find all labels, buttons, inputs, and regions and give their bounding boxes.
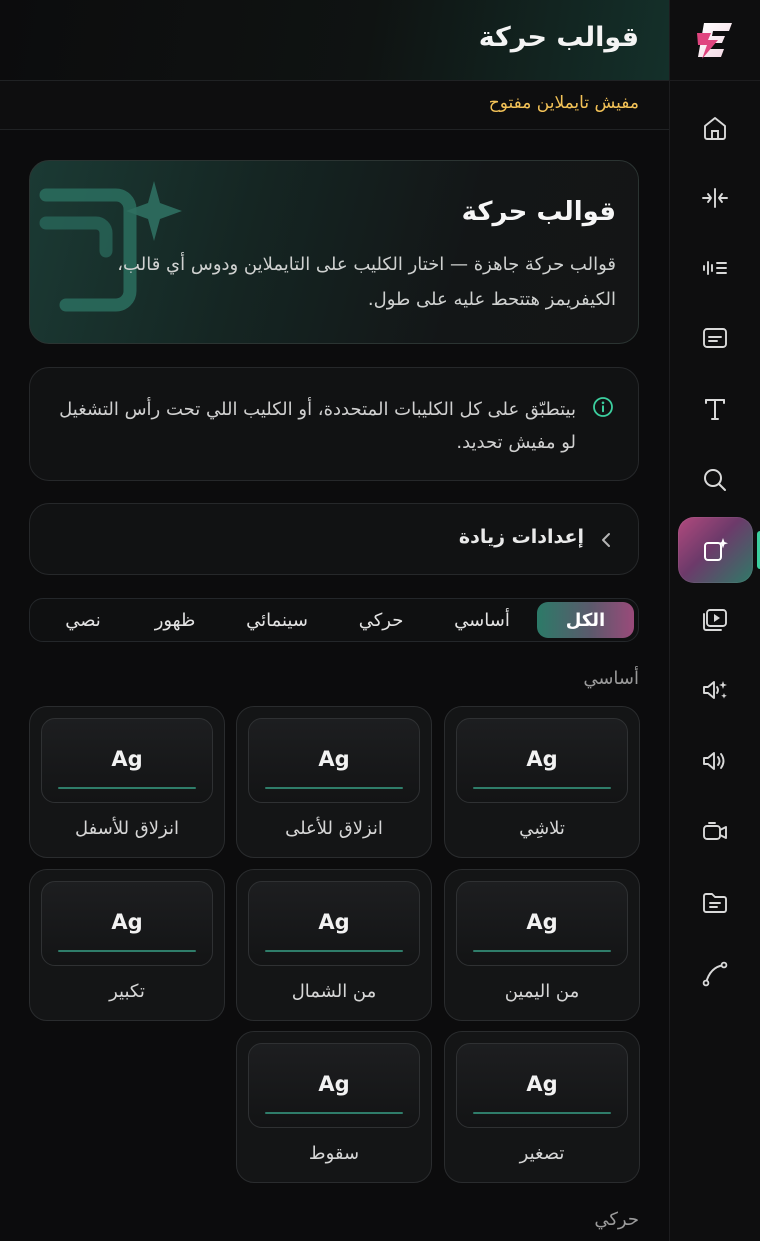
rail-search-button[interactable] [679,448,751,512]
template-card-zoom-in[interactable]: Ag تكبير [29,869,225,1021]
split-icon [702,188,728,208]
template-card-from-right[interactable]: Ag من اليمين [444,869,640,1021]
advanced-settings-toggle[interactable]: إعدادات زيادة [29,503,639,575]
timeline-status-bar: مفيش تايملاين مفتوح [0,81,669,130]
template-preview-text: Ag [111,747,143,771]
template-preview-text: Ag [526,910,558,934]
template-card-fade[interactable]: Ag تلاشِي [444,706,640,858]
preview-baseline [58,950,196,952]
section-title-motion: حركي [594,1209,639,1230]
info-icon [593,397,613,417]
motion-templates-icon [703,538,728,561]
template-preview: Ag [41,881,213,966]
template-label: من الشمال [291,981,377,1002]
template-label: تلاشِي [519,818,565,839]
subtitles-icon [703,328,727,348]
hero-card: قوالب حركة قوالب حركة جاهزة — اختار الكل… [29,160,639,344]
template-preview: Ag [456,881,628,966]
preview-baseline [473,1112,611,1114]
template-preview-text: Ag [526,1072,558,1096]
template-label: انزلاق للأسفل [75,818,179,839]
template-preview: Ag [248,1043,420,1128]
rail-record-button[interactable] [679,800,751,864]
template-preview-text: Ag [318,910,350,934]
hero-title: قوالب حركة [461,197,616,227]
curve-icon [702,961,728,987]
folder-icon [703,893,727,913]
template-card-from-left[interactable]: Ag من الشمال [236,869,432,1021]
home-icon [704,117,726,140]
rail-subtitles-button[interactable] [679,306,751,370]
app-logo[interactable] [670,0,760,81]
template-preview: Ag [456,718,628,803]
template-preview: Ag [248,881,420,966]
section-title-basic: أساسي [583,668,639,689]
rail-ai-voice-button[interactable] [679,658,751,722]
info-text: بيتطبّق على كل الكليبات المتحددة، أو الك… [59,399,576,453]
page-title: قوالب حركة [478,22,639,53]
template-preview-text: Ag [111,910,143,934]
rail-home-button[interactable] [679,96,751,160]
rail-split-button[interactable] [679,166,751,230]
template-card-slide-down[interactable]: Ag انزلاق للأسفل [29,706,225,858]
motion-templates-panel: قوالب حركة مفيش تايملاين مفتوح قوالب حرك… [0,0,669,1241]
rail-volume-button[interactable] [679,729,751,793]
panel-header: قوالب حركة [0,0,669,81]
tab-basic[interactable]: أساسي [434,602,530,638]
advanced-settings-label: إعدادات زيادة [458,526,584,548]
template-card-drop[interactable]: Ag سقوط [236,1031,432,1183]
template-label: انزلاق للأعلى [285,818,383,839]
preview-baseline [473,787,611,789]
tab-all[interactable]: الكل [537,602,634,638]
info-card: بيتطبّق على كل الكليبات المتحددة، أو الك… [29,367,639,481]
preview-baseline [473,950,611,952]
category-tabs: الكل أساسي حركي سينمائي ظهور نصي [29,598,639,642]
app-root: قوالب حركة مفيش تايملاين مفتوح قوالب حرك… [0,0,760,1241]
chevron-left-icon [602,533,610,547]
template-label: تصغير [519,1143,565,1164]
volume-icon [703,752,725,770]
template-preview-text: Ag [318,1072,350,1096]
tab-motion[interactable]: حركي [334,602,428,638]
rail-curve-button[interactable] [679,942,751,1006]
search-icon [704,469,726,491]
tab-text[interactable]: نصي [38,602,128,638]
app-logo-icon [697,23,732,59]
tab-cinematic[interactable]: سينمائي [222,602,332,638]
template-label: من اليمين [504,981,580,1002]
preview-baseline [265,787,403,789]
preview-baseline [265,1112,403,1114]
template-preview: Ag [456,1043,628,1128]
media-library-icon [703,609,727,631]
rail-folder-button[interactable] [679,871,751,935]
template-preview: Ag [41,718,213,803]
template-preview-text: Ag [318,747,350,771]
rail-audio-button[interactable] [679,236,751,300]
template-label: سقوط [308,1143,360,1164]
ai-voice-icon [703,681,727,699]
record-camera-icon [703,822,727,840]
rail-text-button[interactable] [679,377,751,441]
tool-rail [669,0,760,1241]
rail-motion-templates-button[interactable] [678,517,753,583]
text-icon [705,399,725,420]
template-card-zoom-out[interactable]: Ag تصغير [444,1031,640,1183]
hero-description: قوالب حركة جاهزة — اختار الكليب على التا… [117,254,616,310]
rail-media-button[interactable] [679,587,751,651]
preview-baseline [58,787,196,789]
audio-waveform-icon [703,261,727,275]
template-label: تكبير [109,981,145,1002]
preview-baseline [265,950,403,952]
template-preview: Ag [248,718,420,803]
template-preview-text: Ag [526,747,558,771]
timeline-status-text: مفيش تايملاين مفتوح [488,93,639,113]
template-card-slide-up[interactable]: Ag انزلاق للأعلى [236,706,432,858]
tab-appear[interactable]: ظهور [130,602,220,638]
